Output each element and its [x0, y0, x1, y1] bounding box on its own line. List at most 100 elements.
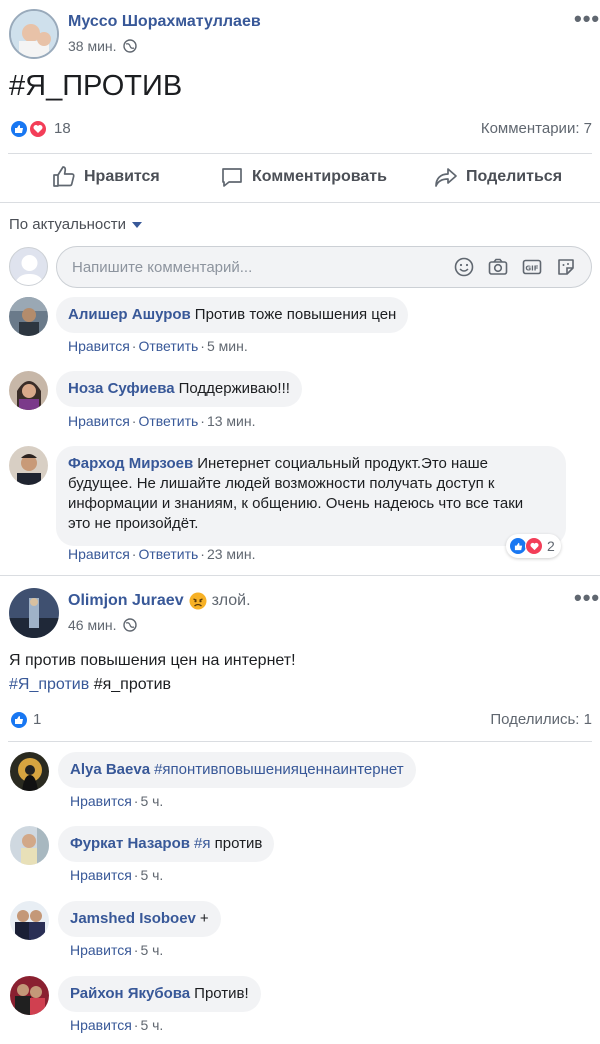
commenter-name[interactable]: Ноза Суфиева: [68, 380, 175, 397]
commenter-avatar[interactable]: [9, 371, 48, 410]
share-button[interactable]: Поделиться: [434, 165, 562, 189]
comment-time[interactable]: 13 мин.: [207, 413, 256, 429]
commenter-avatar[interactable]: [10, 826, 49, 865]
comment-like-link[interactable]: Нравится: [70, 1017, 132, 1033]
commenter-name[interactable]: Alya Baeva: [70, 761, 150, 778]
angry-face-icon: [189, 592, 207, 610]
author-avatar[interactable]: [9, 588, 59, 638]
post-timestamp[interactable]: 46 мин.: [68, 617, 137, 633]
globe-icon: [122, 39, 137, 53]
comment-bubble: Jamshed Isoboev +: [58, 901, 221, 937]
post-timestamp[interactable]: 38 мин.: [68, 38, 137, 54]
post-time[interactable]: 38 мин.: [68, 38, 117, 54]
post-author-name[interactable]: Olimjon Juraev: [68, 592, 184, 610]
love-reaction-icon[interactable]: [28, 119, 48, 139]
comment-actions: Нравится · Ответить · 13 мин.: [68, 413, 256, 429]
emoji-icon[interactable]: [453, 256, 475, 278]
divider: [0, 202, 600, 203]
separator: ·: [200, 413, 205, 429]
commenter-name[interactable]: Райхон Якубова: [70, 985, 190, 1002]
comment-text-line2: будущее. Не лишайте людей возможности по…: [68, 475, 495, 492]
separator: ·: [200, 338, 205, 354]
comment-bubble: Алишер Ашуров Против тоже повышения цен: [56, 297, 409, 333]
commenter-name[interactable]: Фуркат Назаров: [70, 835, 190, 852]
comment-time[interactable]: 5 ч.: [140, 793, 163, 809]
comment-reactions-pill[interactable]: 2: [506, 534, 561, 558]
comment-like-link[interactable]: Нравится: [70, 793, 132, 809]
comment-like-link[interactable]: Нравится: [68, 338, 130, 354]
comment-time[interactable]: 5 ч.: [140, 867, 163, 883]
author-avatar[interactable]: [9, 9, 59, 59]
comment-like-link[interactable]: Нравится: [68, 413, 130, 429]
love-reaction-icon: [525, 537, 543, 555]
commenter-avatar[interactable]: [10, 901, 49, 940]
divider: [8, 741, 592, 742]
camera-icon[interactable]: [487, 256, 509, 278]
comment-reply-link[interactable]: Ответить: [138, 338, 198, 354]
hashtag-link[interactable]: #я: [194, 835, 210, 852]
globe-icon: [122, 618, 137, 632]
separator: ·: [133, 793, 139, 809]
share-button-label: Поделиться: [466, 168, 563, 185]
gif-icon[interactable]: GIF: [521, 256, 543, 278]
comment-actions: Нравится · 5 ч.: [70, 793, 163, 809]
share-icon: [435, 168, 457, 187]
comments-count[interactable]: Комментарии: 7: [481, 120, 592, 137]
like-button[interactable]: Нравится: [52, 165, 160, 189]
comment-input[interactable]: Напишите комментарий... GIF: [56, 246, 592, 288]
hashtag-link[interactable]: #японтивповышенияценнаинтернет: [154, 761, 404, 778]
commenter-avatar[interactable]: [9, 297, 48, 336]
separator: ·: [131, 546, 137, 562]
more-options-icon[interactable]: •••: [574, 587, 600, 609]
comment-bubble: Фарход Мирзоев Инетернет социальный проду…: [56, 446, 566, 546]
commenter-name[interactable]: Jamshed Isoboev: [70, 910, 196, 927]
commenter-avatar[interactable]: [9, 446, 48, 485]
separator: ·: [131, 413, 137, 429]
like-reaction-icon[interactable]: [9, 119, 29, 139]
comment-bubble: Фуркат Назаров #я против: [58, 826, 275, 862]
post-time[interactable]: 46 мин.: [68, 617, 117, 633]
comment-bubble: Ноза Суфиева Поддерживаю!!!: [56, 371, 302, 407]
commenter-name[interactable]: Алишер Ашуров: [68, 306, 191, 323]
comment-time[interactable]: 5 ч.: [140, 1017, 163, 1033]
comment-input-placeholder: Напишите комментарий...: [72, 258, 253, 276]
comment-like-link[interactable]: Нравится: [70, 867, 132, 883]
hashtag-link[interactable]: #Я_против: [9, 676, 89, 693]
comment-icon: [222, 168, 242, 187]
comment-reply-link[interactable]: Ответить: [138, 546, 198, 562]
comment-actions: Нравится · 5 ч.: [70, 1017, 163, 1033]
comment-time[interactable]: 5 ч.: [140, 942, 163, 958]
comment-actions: Нравится · Ответить · 23 мин.: [68, 546, 256, 562]
comment-sort-dropdown[interactable]: По актуальности: [9, 216, 143, 233]
reactions-count[interactable]: 1: [33, 711, 41, 728]
post-author-name[interactable]: Муссо Шорахматуллаев: [68, 13, 261, 31]
feeling-text: злой.: [211, 592, 251, 609]
comment-text: Против!: [194, 985, 249, 1002]
comment-like-link[interactable]: Нравится: [68, 546, 130, 562]
current-user-avatar: [9, 247, 48, 286]
comment-actions: Нравится · 5 ч.: [70, 867, 163, 883]
commenter-name[interactable]: Фарход Мирзоев: [68, 455, 193, 472]
comment-button[interactable]: Комментировать: [220, 165, 387, 189]
comment-reaction-count: 2: [547, 538, 555, 554]
separator: ·: [200, 546, 205, 562]
post-text: #Я_ПРОТИВ: [9, 70, 183, 102]
like-reaction-icon[interactable]: [9, 710, 29, 730]
comment-actions: Нравится · 5 ч.: [70, 942, 163, 958]
comment-like-link[interactable]: Нравится: [70, 942, 132, 958]
commenter-avatar[interactable]: [10, 976, 49, 1015]
commenter-avatar[interactable]: [10, 752, 49, 791]
comment-text-line3: информации и знаниям, к общению. Очень н…: [68, 495, 524, 512]
comment-time[interactable]: 5 мин.: [207, 338, 248, 354]
separator: ·: [133, 1017, 139, 1033]
comment-bubble: Alya Baeva #японтивповышенияценнаинтернет: [58, 752, 416, 788]
comment-text-line4: это не произойдёт.: [68, 515, 199, 532]
more-options-icon[interactable]: •••: [574, 8, 600, 30]
sticker-icon[interactable]: [555, 256, 577, 278]
shares-count[interactable]: Поделились: 1: [490, 711, 592, 728]
comment-time[interactable]: 23 мин.: [207, 546, 256, 562]
comment-reply-link[interactable]: Ответить: [138, 413, 198, 429]
comment-button-label: Комментировать: [252, 168, 387, 185]
reactions-count[interactable]: 18: [54, 120, 71, 137]
separator: ·: [133, 942, 139, 958]
